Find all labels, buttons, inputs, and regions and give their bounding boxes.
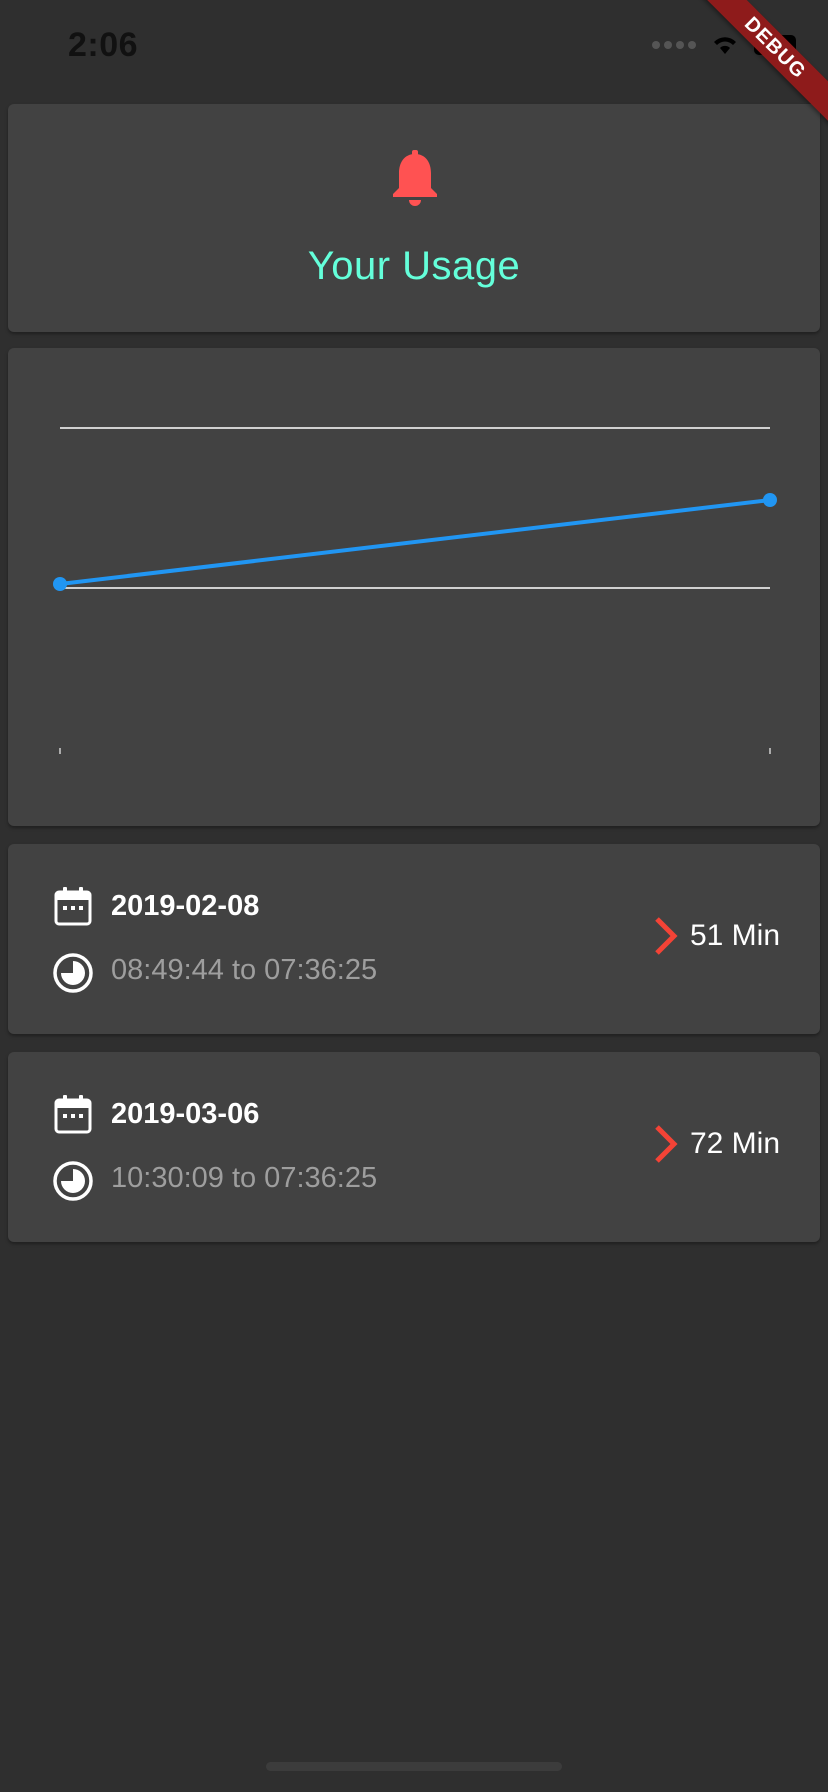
usage-list-item[interactable]: 2019-03-06 10:30:09 to 07:36:25 72 Min <box>8 1052 820 1242</box>
home-indicator[interactable] <box>266 1762 562 1771</box>
status-time: 2:06 <box>68 26 139 64</box>
usage-list-item[interactable]: 2019-02-08 08:49:44 to 07:36:25 51 Min <box>8 844 820 1034</box>
status-bar: 2:06 <box>0 0 828 100</box>
usage-time-range: 10:30:09 to 07:36:25 <box>111 1162 378 1194</box>
clock-icon <box>53 953 93 993</box>
cellular-signal-icon <box>652 41 696 49</box>
chart-series-line <box>59 498 771 586</box>
usage-header-card: Your Usage <box>8 104 820 332</box>
usage-duration-group: 72 Min <box>652 1124 780 1164</box>
calendar-icon <box>54 1095 92 1134</box>
usage-chart-card <box>8 348 820 826</box>
chevron-right-icon <box>655 917 678 955</box>
page-title: Your Usage <box>307 244 521 288</box>
usage-duration-group: 51 Min <box>652 916 780 956</box>
wifi-icon <box>714 37 736 54</box>
usage-duration: 51 Min <box>689 919 780 952</box>
chart-data-point <box>763 493 777 507</box>
usage-date: 2019-03-06 <box>111 1098 260 1130</box>
chevron-right-icon <box>655 1125 678 1163</box>
bell-icon <box>393 150 437 206</box>
calendar-icon <box>54 887 92 926</box>
usage-duration: 72 Min <box>689 1127 780 1160</box>
chart-data-point <box>53 577 67 591</box>
usage-time-range: 08:49:44 to 07:36:25 <box>111 954 378 986</box>
usage-line-chart <box>53 427 777 754</box>
clock-icon <box>53 1161 93 1201</box>
usage-date: 2019-02-08 <box>111 890 260 922</box>
